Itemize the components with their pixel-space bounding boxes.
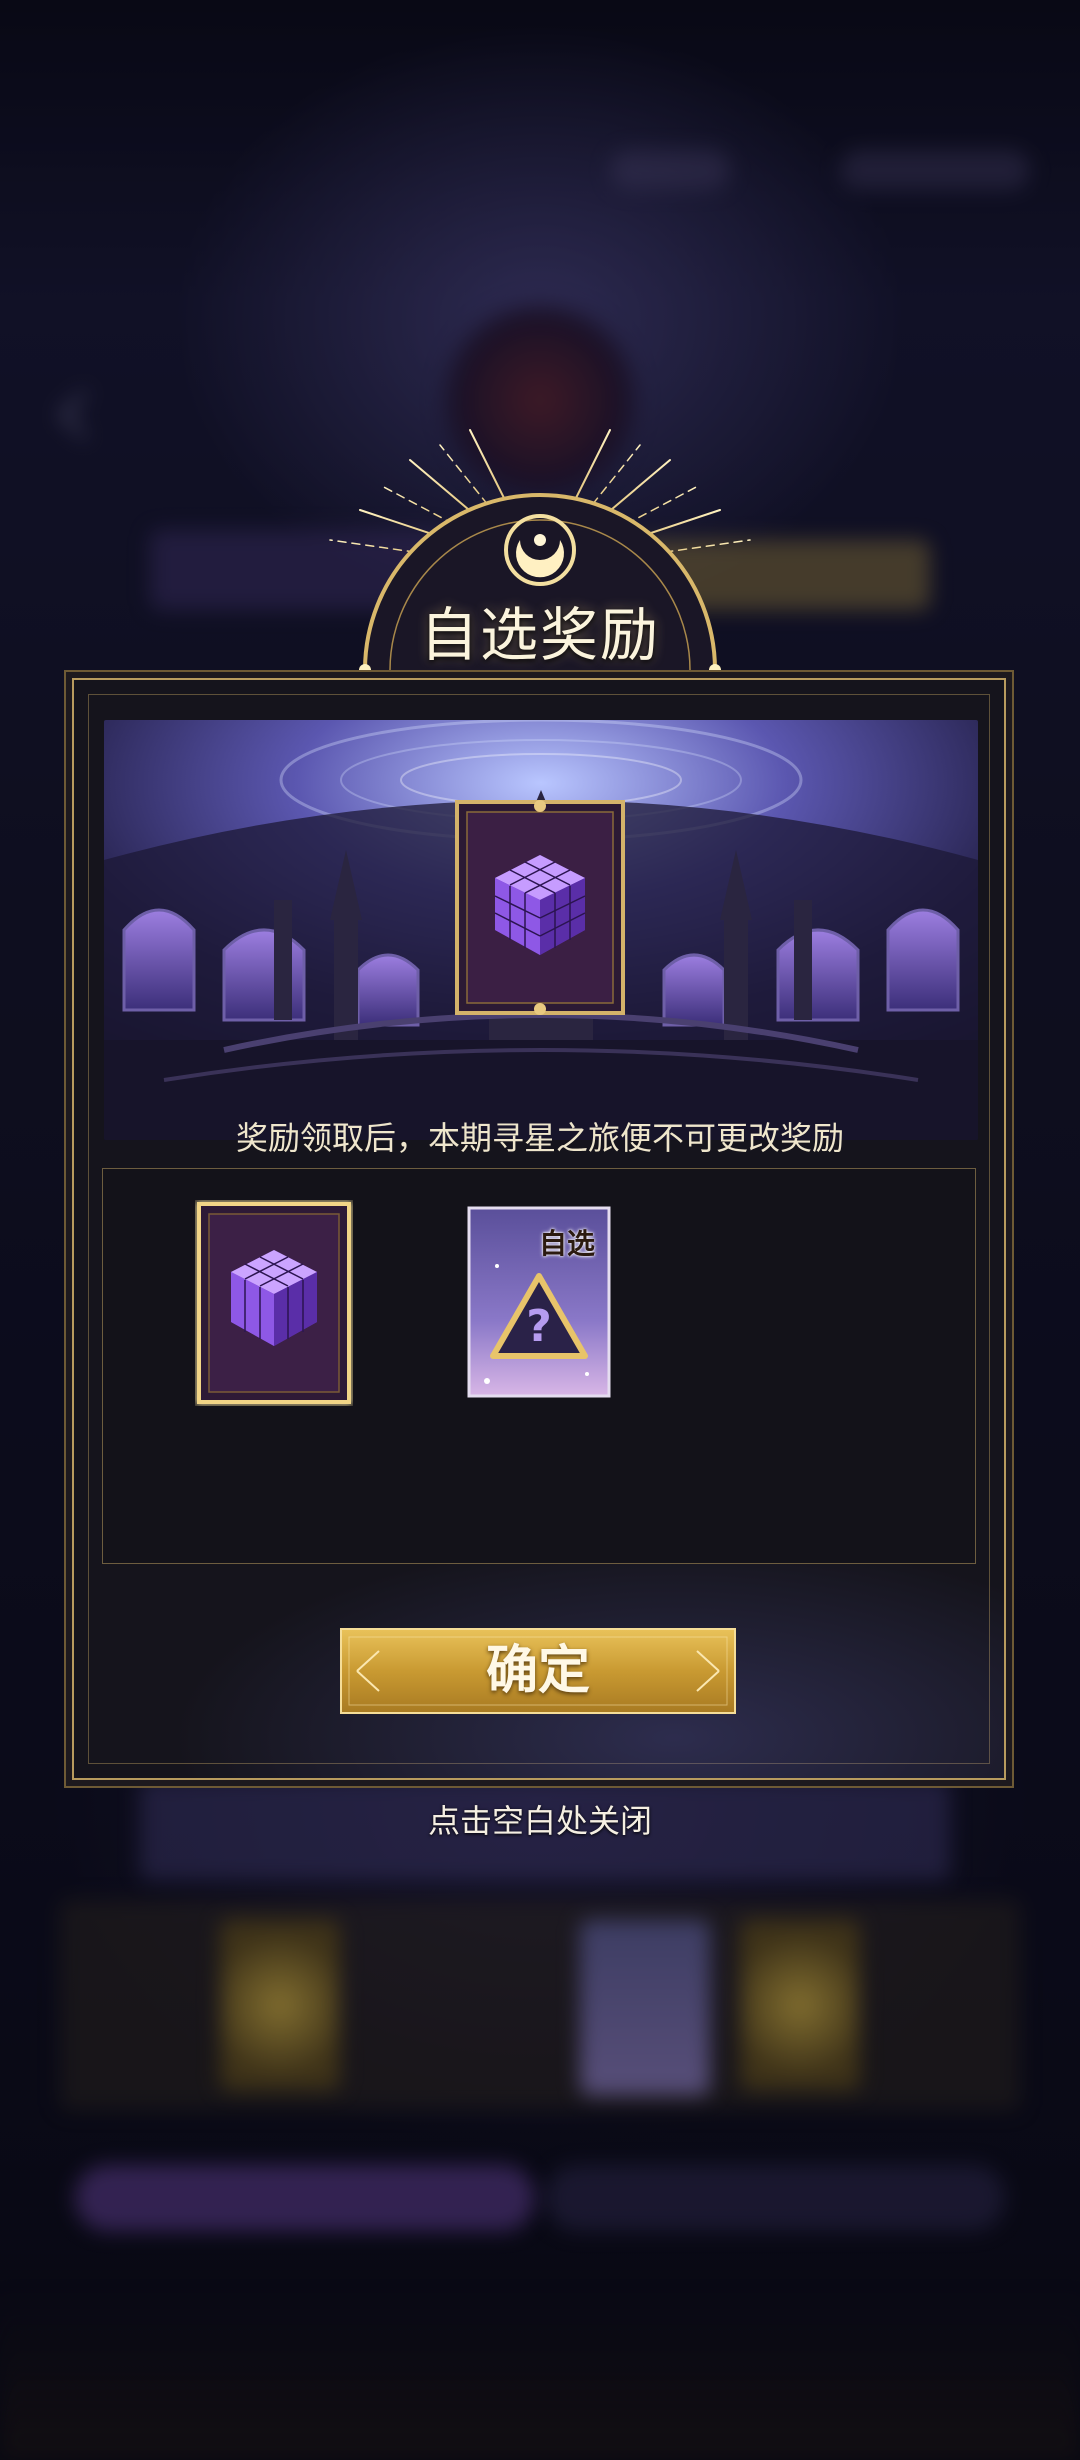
- reward-notice-text: 奖励领取后，本期寻星之旅便不可更改奖励: [235, 1119, 844, 1157]
- confirm-button-label: 确定: [485, 1640, 590, 1701]
- close-hint-text[interactable]: 点击空白处关闭: [0, 1796, 1080, 1842]
- reward-option-cube[interactable]: [195, 1200, 353, 1406]
- dialog-title: 自选奖励: [419, 601, 660, 669]
- svg-text:?: ?: [526, 1301, 552, 1352]
- optional-label: 自选: [538, 1227, 595, 1260]
- featured-reward-cube-icon: [455, 800, 625, 1015]
